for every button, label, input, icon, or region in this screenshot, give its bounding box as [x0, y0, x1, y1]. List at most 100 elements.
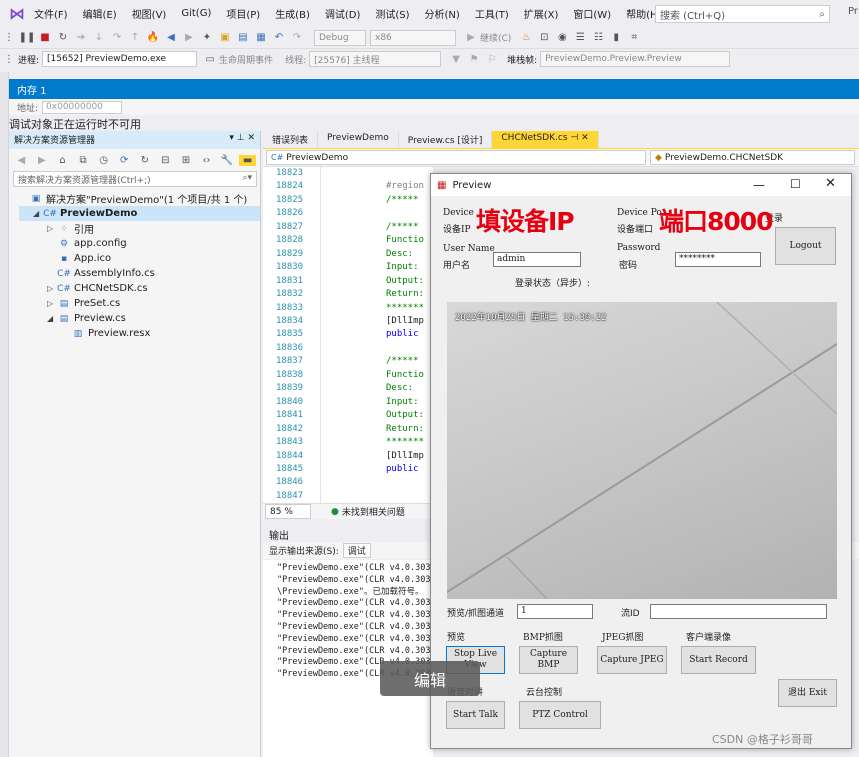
switch-views-icon[interactable]: ⧉	[75, 155, 92, 166]
back-icon-se[interactable]: ◀	[13, 155, 30, 166]
tree-item[interactable]: ▪ App.ico	[19, 251, 260, 266]
pause-icon[interactable]: ❚❚	[18, 32, 36, 43]
save-icon[interactable]: ▤	[234, 32, 252, 43]
expand-arrow-icon[interactable]: ▷	[47, 299, 57, 308]
logout-button[interactable]: Logout	[775, 227, 836, 265]
expand-arrow-icon[interactable]: ▷	[47, 224, 57, 233]
comment-icon[interactable]: ⌗	[625, 32, 643, 43]
forward-icon[interactable]: ▶	[180, 32, 198, 43]
bookmark-icon[interactable]: ▮	[607, 32, 625, 43]
step-into-icon[interactable]: ↓	[90, 32, 108, 43]
maximize-icon[interactable]: ☐	[790, 177, 801, 191]
output-source-combo[interactable]: 调试	[342, 543, 371, 558]
collapse-all-icon[interactable]: ⊟	[157, 155, 174, 166]
menu-item[interactable]: 文件(F)	[34, 6, 68, 21]
continue-icon[interactable]: ▶	[462, 32, 480, 43]
tab-close-icon[interactable]: ⊣ ✕	[568, 133, 588, 143]
capture-jpeg-button[interactable]: Capture JPEG	[597, 646, 667, 674]
tree-item[interactable]: ▷ ⁘ 引用	[19, 221, 260, 237]
step-out-icon[interactable]: ↑	[126, 32, 144, 43]
preview-icon[interactable]: ▬	[239, 154, 256, 166]
show-next-statement-icon[interactable]: ➔	[72, 32, 90, 43]
start-talk-button[interactable]: Start Talk	[446, 701, 505, 729]
stackframe-combo[interactable]: PreviewDemo.Preview.Preview	[540, 51, 731, 67]
pending-changes-icon[interactable]: ◷	[95, 155, 112, 166]
new-item-icon[interactable]: ✦	[198, 32, 216, 43]
ptz-control-button[interactable]: PTZ Control	[519, 701, 601, 729]
lifecycle-events-button[interactable]: 生命周期事件	[219, 53, 273, 66]
panel-pin-icon[interactable]: ▾ ⊥ ✕	[229, 133, 255, 147]
zoom-combo[interactable]: 85 %	[265, 504, 311, 519]
menu-item[interactable]: 窗口(W)	[573, 6, 611, 21]
align-icon[interactable]: ☰	[571, 32, 589, 43]
editor-tab[interactable]: Preview.cs [设计]	[399, 131, 493, 149]
flag-icon[interactable]: ⚑	[465, 54, 483, 65]
open-folder-icon[interactable]: ▣	[216, 32, 234, 43]
hot-reload-fire-icon[interactable]: ♨	[517, 32, 535, 43]
back-icon[interactable]: ◀	[162, 32, 180, 43]
password-input[interactable]: ********	[675, 252, 761, 267]
tree-item[interactable]: ▣ 解决方案"PreviewDemo"(1 个项目/共 1 个)	[19, 191, 260, 207]
menu-item[interactable]: 扩展(X)	[524, 6, 559, 21]
redo-icon[interactable]: ↷	[288, 32, 306, 43]
capture-bmp-button[interactable]: Capture BMP	[519, 646, 578, 674]
project-nav-combo[interactable]: C# PreviewDemo	[266, 150, 646, 165]
continue-button[interactable]: 继续(C)	[480, 31, 511, 44]
editor-tab[interactable]: 错误列表	[263, 131, 319, 149]
code-view-icon[interactable]: ‹›	[198, 155, 215, 166]
tree-item[interactable]: ◢ C# PreviewDemo	[19, 206, 260, 221]
menu-item[interactable]: 分析(N)	[425, 6, 460, 21]
process-combo[interactable]: [15652] PreviewDemo.exe	[42, 51, 198, 67]
stop-icon[interactable]: ■	[36, 32, 54, 43]
platform-combo[interactable]: x86	[370, 29, 456, 46]
menu-item[interactable]: 视图(V)	[132, 6, 167, 21]
expand-arrow-icon[interactable]: ◢	[47, 314, 57, 323]
tree-item[interactable]: ▷ ▤ PreSet.cs	[19, 296, 260, 311]
undo-icon[interactable]: ↶	[270, 32, 288, 43]
step-over-icon[interactable]: ↷	[108, 32, 126, 43]
edit-badge[interactable]: 编辑	[380, 661, 480, 696]
exit-button[interactable]: 退出 Exit	[778, 679, 837, 707]
minimize-icon[interactable]: —	[753, 178, 765, 192]
thread-combo[interactable]: [25576] 主线程	[309, 51, 442, 67]
menu-item[interactable]: Git(G)	[181, 8, 211, 19]
menu-item[interactable]: 工具(T)	[475, 6, 509, 21]
menu-item[interactable]: 编辑(E)	[83, 6, 117, 21]
menu-item[interactable]: 生成(B)	[275, 6, 310, 21]
menu-item[interactable]: 项目(P)	[226, 6, 260, 21]
forward-icon-se[interactable]: ▶	[34, 155, 51, 166]
restart-icon[interactable]: ↻	[54, 32, 72, 43]
save-all-icon[interactable]: ▦	[252, 32, 270, 43]
home-icon[interactable]: ⌂	[54, 155, 71, 166]
tree-item[interactable]: C# AssemblyInfo.cs	[19, 266, 260, 281]
editor-tab[interactable]: PreviewDemo	[318, 131, 399, 149]
hot-reload-icon[interactable]: 🔥	[144, 32, 162, 43]
start-record-button[interactable]: Start Record	[681, 646, 756, 674]
camera-icon[interactable]: ⊡	[535, 32, 553, 43]
tree-item[interactable]: ◢ ▤ Preview.cs	[19, 311, 260, 326]
format-icon[interactable]: ☷	[589, 32, 607, 43]
breakpoint-icon[interactable]: ◉	[553, 32, 571, 43]
menu-item[interactable]: 测试(S)	[375, 6, 409, 21]
solution-search-box[interactable]: 搜索解决方案资源管理器(Ctrl+;) ⌕▾	[13, 171, 257, 187]
sync-icon[interactable]: ⟳	[116, 155, 133, 166]
tree-item[interactable]: ▷ C# CHCNetSDK.cs	[19, 281, 260, 296]
expand-arrow-icon[interactable]: ▷	[47, 284, 57, 293]
config-combo[interactable]: Debug	[314, 29, 366, 46]
search-box[interactable]: 搜索 (Ctrl+Q) ⌕	[655, 5, 830, 23]
expand-arrow-icon[interactable]: ◢	[33, 209, 43, 218]
refresh-icon[interactable]: ↻	[136, 155, 153, 166]
username-input[interactable]: admin	[493, 252, 581, 267]
type-nav-combo[interactable]: ◆ PreviewDemo.CHCNetSDK	[650, 150, 855, 165]
flag-all-icon[interactable]: ⚐	[483, 54, 501, 65]
channel-input[interactable]: 1	[517, 604, 593, 619]
stream-id-input[interactable]	[650, 604, 827, 619]
menu-item[interactable]: 调试(D)	[325, 6, 361, 21]
address-input[interactable]: 0x00000000	[42, 100, 123, 114]
solution-search-input[interactable]: 搜索解决方案资源管理器(Ctrl+;)	[18, 173, 151, 186]
filter-icon[interactable]: ▼	[447, 54, 465, 65]
show-all-files-icon[interactable]: ⊞	[178, 155, 195, 166]
properties-icon[interactable]: 🔧	[219, 155, 236, 166]
live-video-view[interactable]: 2022年10月25日 星期二 15:39:22	[447, 302, 837, 599]
tree-item[interactable]: ⚙ app.config	[19, 236, 260, 251]
